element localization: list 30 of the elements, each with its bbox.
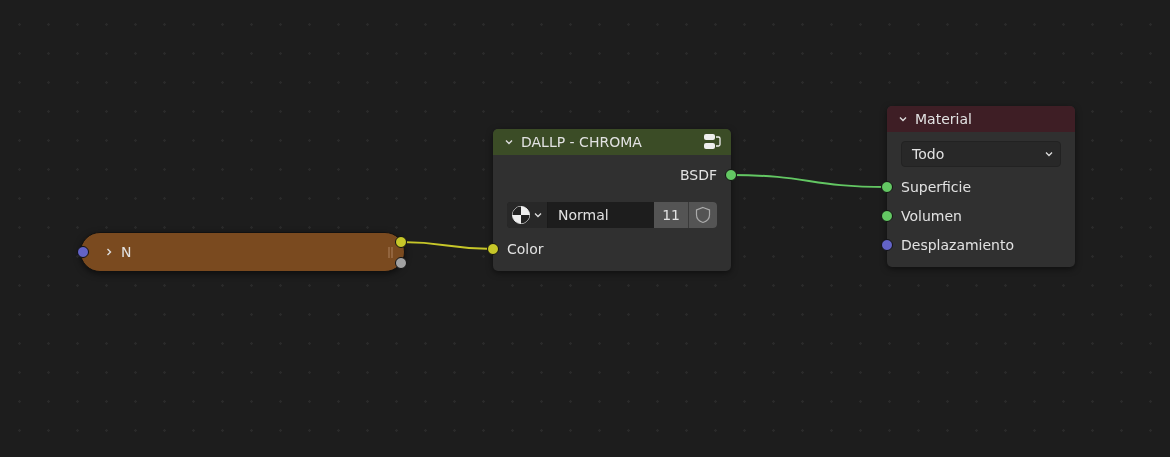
node-title: Material: [915, 111, 973, 127]
node-tree-icon[interactable]: [703, 133, 721, 151]
node-header[interactable]: DALLP - CHROMA: [493, 129, 731, 155]
material-selector[interactable]: [507, 202, 548, 228]
material-name-field[interactable]: Normal: [548, 202, 655, 228]
socket-dot[interactable]: [881, 210, 893, 222]
material-sphere-icon: [511, 205, 531, 225]
socket-dot[interactable]: [881, 181, 893, 193]
caret-icon: [1044, 149, 1054, 159]
socket-label: BSDF: [679, 167, 717, 183]
node-title: N: [121, 244, 132, 260]
socket-label: Desplazamiento: [901, 237, 1015, 253]
user-count[interactable]: 11: [654, 202, 688, 228]
node-panel[interactable]: DALLP - CHROMA BSDF Normal 11 Color: [493, 129, 731, 271]
socket-label: Color: [507, 241, 544, 257]
node-title: DALLP - CHROMA: [521, 134, 643, 150]
shield-icon: [695, 206, 711, 224]
socket-label: Volumen: [901, 208, 962, 224]
socket-dot[interactable]: [487, 243, 499, 255]
socket-dot[interactable]: [77, 246, 89, 258]
socket-label: Superficie: [901, 179, 972, 195]
dropdown[interactable]: Todo: [901, 141, 1061, 167]
fake-user-button[interactable]: [688, 202, 717, 228]
grip-icon[interactable]: [388, 247, 394, 258]
collapsed-node[interactable]: N: [80, 232, 405, 272]
caret-icon: [533, 210, 543, 220]
socket-dot[interactable]: [881, 239, 893, 251]
node-header[interactable]: Material: [887, 106, 1075, 132]
socket-dot[interactable]: [395, 236, 407, 248]
node-panel[interactable]: Material Todo Superficie Volumen Desplazamiento: [887, 106, 1075, 267]
